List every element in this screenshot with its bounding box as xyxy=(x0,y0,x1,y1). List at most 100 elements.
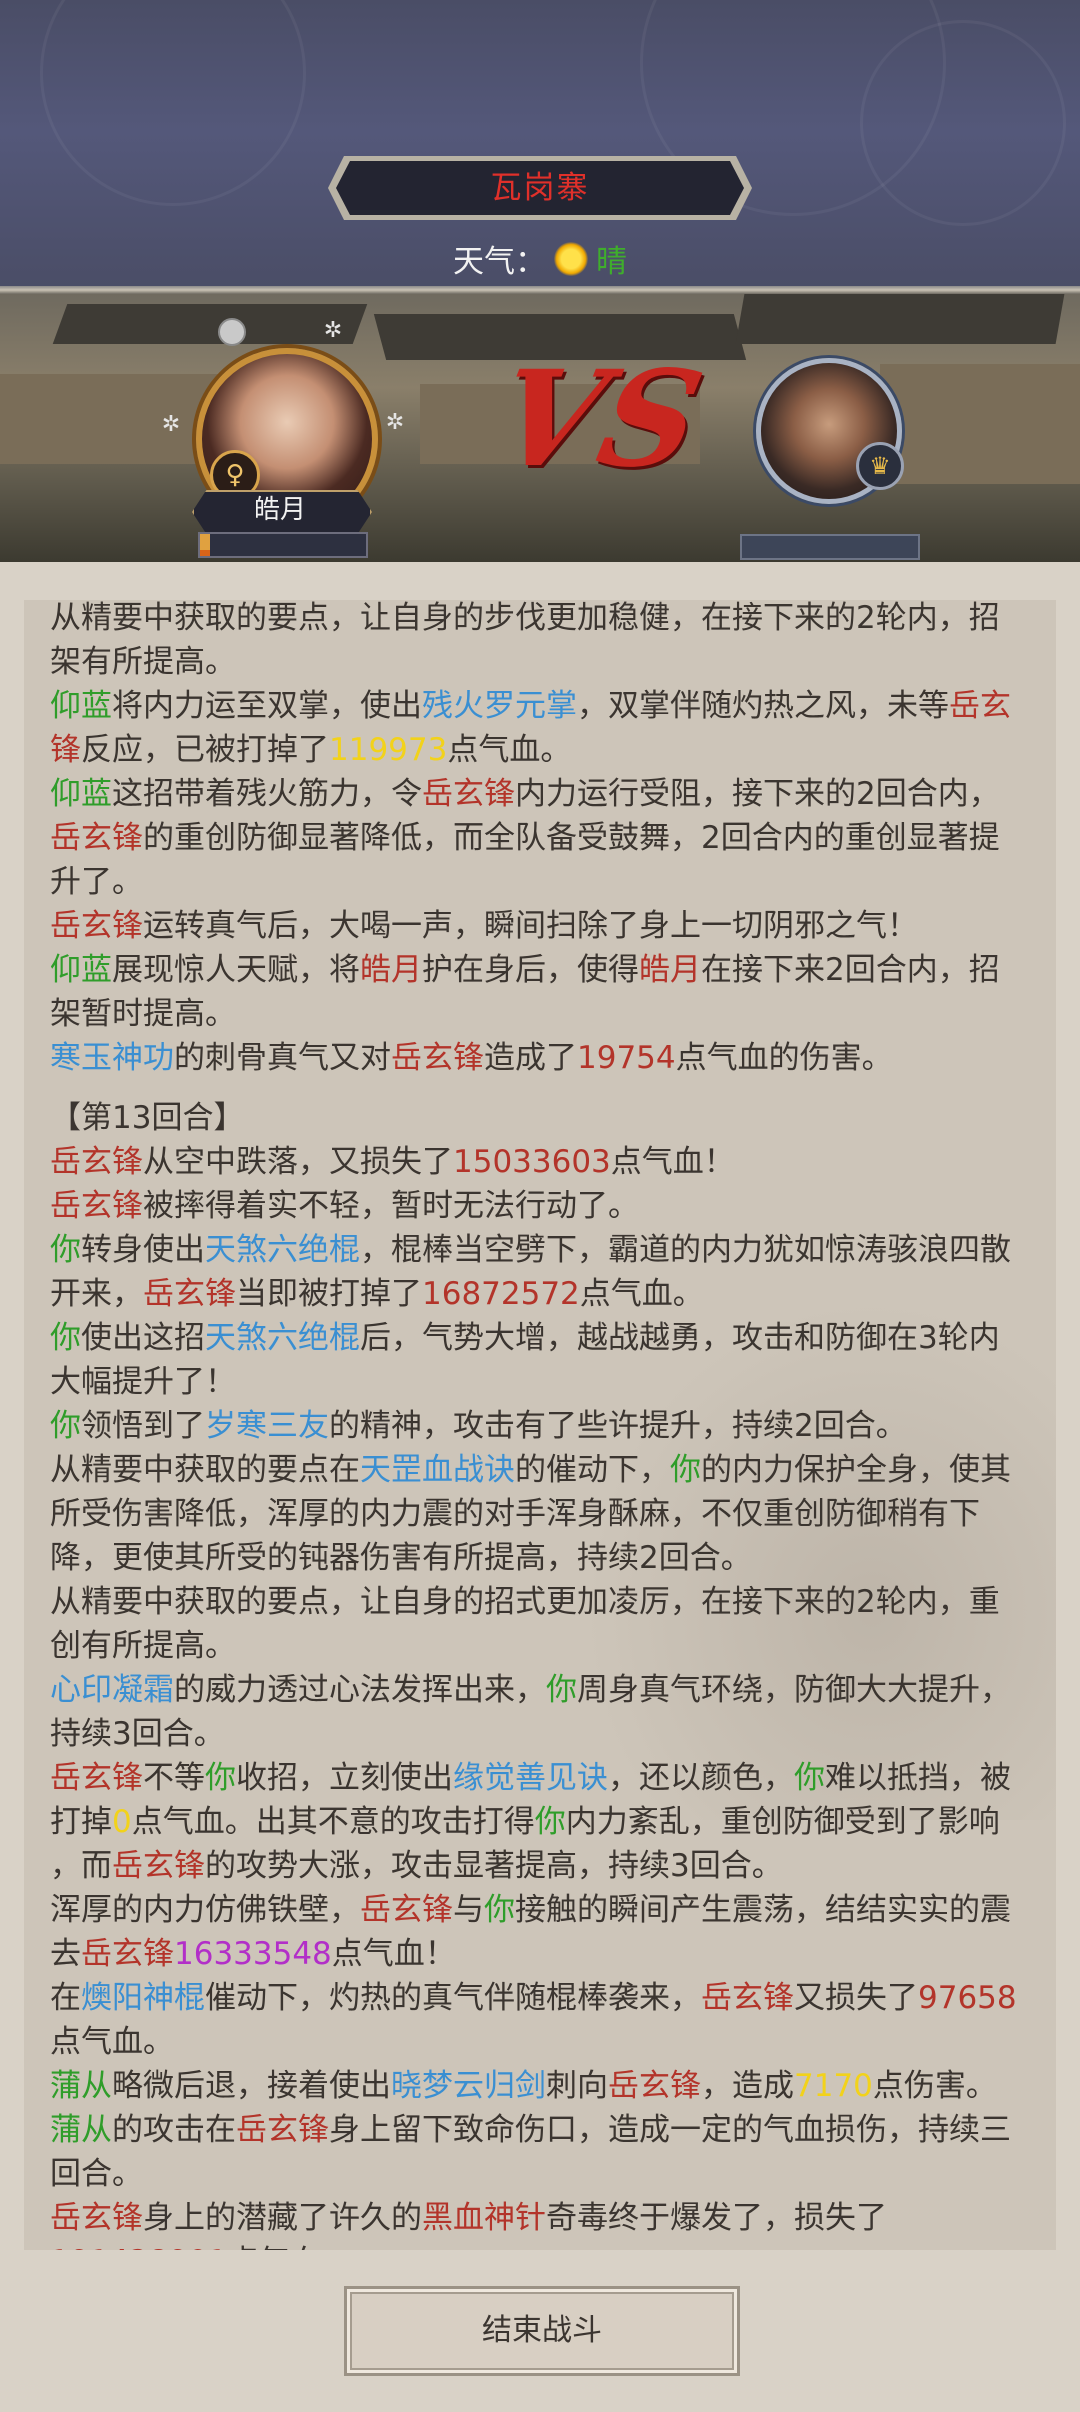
log-text-segment: 的精神，攻击有了些许提升，持续2回合。 xyxy=(329,1408,907,1444)
log-line: 仰蓝展现惊人天赋，将皓月护在身后，使得皓月在接下来2回合内，招 xyxy=(50,948,1040,992)
log-text-segment: 从精要中获取的要点，让自身的步伐更加稳健，在接下来的2轮内，招 xyxy=(50,600,1000,636)
enemy-highlight: 岳玄锋 xyxy=(50,1144,143,1180)
log-text-segment: 大幅提升了！ xyxy=(50,1364,236,1400)
enemy-highlight: 岳玄锋 xyxy=(236,2112,329,2148)
log-text-segment: 从空中跌落，又损失了 xyxy=(143,1144,453,1180)
log-line: 架有所提高。 xyxy=(50,640,1040,684)
log-text-segment: 打掉 xyxy=(50,1804,112,1840)
log-text-segment: 反应，已被打掉了 xyxy=(81,732,329,768)
ally-name: 你 xyxy=(50,1320,81,1356)
log-text-segment: 在 xyxy=(50,1980,81,2016)
log-line: 持续3回合。 xyxy=(50,1712,1040,1756)
log-line: 从精要中获取的要点，让自身的招式更加凌厉，在接下来的2轮内，重 xyxy=(50,1580,1040,1624)
log-text-segment: 当即被打掉了 xyxy=(236,1276,422,1312)
log-line: 岳玄锋运转真气后，大喝一声，瞬间扫除了身上一切阴邪之气！ xyxy=(50,904,1040,948)
log-line: 架暂时提高。 xyxy=(50,992,1040,1036)
vs-emblem: VS xyxy=(483,342,715,497)
log-text-segment: 【第13回合】 xyxy=(50,1100,245,1136)
damage-value: 16333548 xyxy=(174,1936,332,1972)
damage-value: 119973 xyxy=(329,732,448,768)
ally-name: 仰蓝 xyxy=(50,952,112,988)
log-line: 191428901点气血。 xyxy=(50,2240,1040,2250)
log-line: 你领悟到了岁寒三友的精神，攻击有了些许提升，持续2回合。 xyxy=(50,1404,1040,1448)
log-text-segment: 从精要中获取的要点，让自身的招式更加凌厉，在接下来的2轮内，重 xyxy=(50,1584,1000,1620)
enemy-highlight: 岳玄锋 xyxy=(112,1848,205,1884)
log-line: 从精要中获取的要点，让自身的步伐更加稳健，在接下来的2轮内，招 xyxy=(50,600,1040,640)
log-text-segment: 接触的瞬间产生震荡，结结实实的震 xyxy=(515,1892,1011,1928)
enemy-highlight: 岳玄锋 xyxy=(360,1892,453,1928)
log-text-segment: 奇毒终于爆发了，损失了 xyxy=(546,2200,887,2236)
end-battle-button[interactable]: 结束战斗 xyxy=(344,2286,740,2376)
log-line: 仰蓝这招带着残火筋力，令岳玄锋内力运行受阻，接下来的2回合内， xyxy=(50,772,1040,816)
ally-name: 你 xyxy=(50,1408,81,1444)
log-line: 所受伤害降低，浑厚的内力震的对手浑身酥麻，不仅重创防御稍有下 xyxy=(50,1492,1040,1536)
log-text-segment: 的重创防御显著降低，而全队备受鼓舞，2回合内的重创显著提 xyxy=(143,820,1000,856)
log-line: 回合。 xyxy=(50,2152,1040,2196)
log-text-segment: 运转真气后，大喝一声，瞬间扫除了身上一切阴邪之气！ xyxy=(143,908,918,944)
log-text-segment: 将内力运至双掌，使出 xyxy=(112,688,422,724)
log-text-segment: 这招带着残火筋力，令 xyxy=(112,776,422,812)
log-text-segment: 内力紊乱，重创防御受到了影响 xyxy=(565,1804,1000,1840)
log-text-segment: 降，更使其所受的钝器伤害有所提高，持续2回合。 xyxy=(50,1540,752,1576)
skill-name: 岁寒三友 xyxy=(205,1408,329,1444)
status-dot-icon xyxy=(218,318,246,346)
log-line: 岳玄锋被摔得着实不轻，暂时无法行动了。 xyxy=(50,1184,1040,1228)
scenery-roof xyxy=(735,294,1065,344)
skill-name: 心印凝霜 xyxy=(50,1672,174,1708)
log-text-segment: 周身真气环绕，防御大大提升， xyxy=(577,1672,1011,1708)
damage-value: 0 xyxy=(112,1804,132,1840)
round-header: 【第13回合】 xyxy=(50,1096,1040,1140)
skill-name: 缘觉善见诀 xyxy=(453,1760,608,1796)
log-text-segment: 在接下来2回合内，招 xyxy=(701,952,1000,988)
log-text-segment: ，而 xyxy=(50,1848,112,1884)
log-text-segment: 被摔得着实不轻，暂时无法行动了。 xyxy=(143,1188,639,1224)
log-text-segment: 收招，立刻使出 xyxy=(236,1760,453,1796)
log-text-segment: 点气血。 xyxy=(228,2244,352,2250)
log-line: 点气血。 xyxy=(50,2020,1040,2064)
enemy-highlight: 97658 xyxy=(918,1980,1017,2016)
log-text-segment: 又损失了 xyxy=(794,1980,918,2016)
log-line: 在燠阳神棍催动下，灼热的真气伴随棍棒袭来，岳玄锋又损失了97658 xyxy=(50,1976,1040,2020)
enemy-highlight: 16872572 xyxy=(422,1276,580,1312)
log-text-segment: 点气血！ xyxy=(331,1936,456,1972)
log-text-segment: 造成了 xyxy=(484,1040,577,1076)
log-line: 大幅提升了！ xyxy=(50,1360,1040,1404)
ally-name: 仰蓝 xyxy=(50,688,112,724)
log-line: 开来，岳玄锋当即被打掉了16872572点气血。 xyxy=(50,1272,1040,1316)
log-text-segment: 转身使出 xyxy=(81,1232,205,1268)
enemy-highlight: 岳玄锋 xyxy=(701,1980,794,2016)
log-line: 仰蓝将内力运至双掌，使出残火罗元掌，双掌伴随灼热之风，未等岳玄 xyxy=(50,684,1040,728)
log-text-segment: ，棍棒当空劈下，霸道的内力犹如惊涛骇浪四散 xyxy=(360,1232,1011,1268)
player-hp-fill-secondary xyxy=(200,550,210,556)
log-line: 蒲从的攻击在岳玄锋身上留下致命伤口，造成一定的气血损伤，持续三 xyxy=(50,2108,1040,2152)
log-text-segment: 不等 xyxy=(143,1760,205,1796)
enemy-highlight: 岳玄锋 xyxy=(50,1760,143,1796)
log-line: 创有所提高。 xyxy=(50,1624,1040,1668)
rank-badge-icon: ♛ xyxy=(856,442,904,490)
log-text-segment: 点气血的伤害。 xyxy=(675,1040,893,1076)
battle-log-text: 从精要中获取的要点，让自身的步伐更加稳健，在接下来的2轮内，招 架有所提高。 仰蓝将… xyxy=(50,600,1040,2250)
sun-icon xyxy=(554,241,588,276)
enemy-highlight: 岳玄锋 xyxy=(143,1276,236,1312)
log-line: ，而岳玄锋的攻势大涨，攻击显著提高，持续3回合。 xyxy=(50,1844,1040,1888)
decor-swirl xyxy=(40,0,306,206)
log-line: 打掉0点气血。出其不意的攻击打得你内力紊乱，重创防御受到了影响 xyxy=(50,1800,1040,1844)
log-line: 岳玄锋从空中跌落，又损失了15033603点气血！ xyxy=(50,1140,1040,1184)
weather-info: 天气： 晴 xyxy=(0,236,1080,286)
log-text-segment: 点气血。 xyxy=(447,732,572,768)
log-line: 岳玄锋的重创防御显著降低，而全队备受鼓舞，2回合内的重创显著提 xyxy=(50,816,1040,860)
skill-name: 晓梦云归剑 xyxy=(391,2068,546,2104)
enemy-highlight: 岳玄锋 xyxy=(50,820,143,856)
log-text-segment: 去 xyxy=(50,1936,81,1972)
skill-name: 残火罗元掌 xyxy=(422,688,577,724)
ally-name: 你 xyxy=(50,1232,81,1268)
weather-label: 天气： xyxy=(453,244,546,280)
skill-name: 天煞六绝棍 xyxy=(205,1232,360,1268)
battle-log-panel[interactable]: 从精要中获取的要点，让自身的步伐更加稳健，在接下来的2轮内，招 架有所提高。 仰蓝将… xyxy=(24,600,1056,2250)
log-text-segment: ，还以颜色， xyxy=(608,1760,794,1796)
log-text-segment: 持续3回合。 xyxy=(50,1716,225,1752)
enemy-hp-bar xyxy=(740,534,920,560)
log-text-segment: 点气血。出其不意的攻击打得 xyxy=(131,1804,535,1840)
location-name: 瓦岗寨 xyxy=(490,170,590,206)
log-text-segment: 的攻势大涨，攻击显著提高，持续3回合。 xyxy=(205,1848,783,1884)
